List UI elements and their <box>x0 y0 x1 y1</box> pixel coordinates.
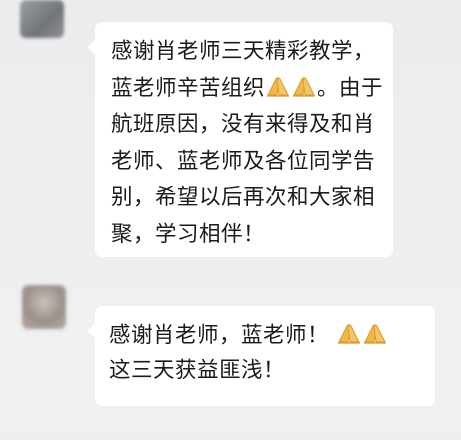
folded-hands-icon <box>338 324 361 344</box>
message-line: 这三天获益匪浅！ <box>109 358 286 383</box>
avatar[interactable] <box>22 285 66 329</box>
message-text: 蓝老师辛苦组织 <box>111 75 266 101</box>
message-line: 感谢肖老师三天精彩教学， <box>111 39 376 64</box>
message-line-with-emoji: 蓝老师辛苦组织 。由于 <box>111 71 383 108</box>
message-line: 聚，学习相伴！ <box>111 221 266 247</box>
message-bubble[interactable]: 感谢肖老师三天精彩教学， 蓝老师辛苦组织 。由于 航班原因，没有来得及和肖 老师、… <box>87 22 393 257</box>
bottom-fade <box>0 425 461 440</box>
folded-hands-icon <box>364 324 387 344</box>
message-text: 。由于 <box>317 75 384 101</box>
message-text: 感谢肖老师，蓝老师！ <box>109 323 330 348</box>
message-line: 老师、蓝老师及各位同学告 <box>111 148 376 174</box>
folded-hands-icon <box>267 76 290 97</box>
message-line: 航班原因，没有来得及和肖 <box>111 112 376 137</box>
message-bubble[interactable]: 感谢肖老师，蓝老师！ 这三天获益匪浅！ <box>87 306 435 406</box>
chat-screen: 感谢肖老师三天精彩教学， 蓝老师辛苦组织 。由于 航班原因，没有来得及和肖 老师、… <box>0 0 461 440</box>
folded-hands-icon <box>293 76 316 97</box>
message-line-with-emoji: 感谢肖老师，蓝老师！ <box>109 318 419 353</box>
avatar[interactable] <box>20 0 64 38</box>
message-line: 别，希望以后再次和大家相 <box>111 185 376 210</box>
